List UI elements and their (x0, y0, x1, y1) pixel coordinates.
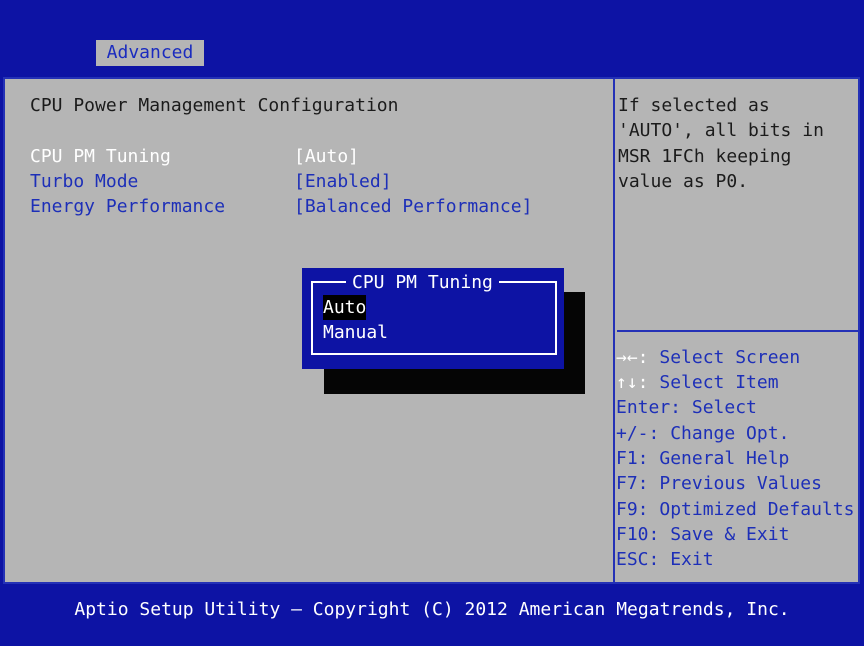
key-help-item: +/-: Change Opt. (616, 423, 790, 444)
setting-energy-performance-value[interactable]: [Balanced Performance] (294, 194, 532, 219)
section-title: CPU Power Management Configuration (30, 95, 399, 116)
popup-option-manual[interactable]: Manual (323, 320, 388, 345)
setting-energy-performance-label[interactable]: Energy Performance (30, 194, 225, 219)
key-help-item: F7: Previous Values (616, 473, 822, 494)
key-help-item: →←: Select Screen (616, 347, 801, 368)
arrows-left-right-icon: →←: (616, 347, 649, 368)
top-menu-bar: Advanced (0, 0, 864, 66)
help-divider-horizontal (617, 330, 860, 332)
key-help-item: F9: Optimized Defaults (616, 499, 855, 520)
option-popup: CPU PM Tuning Auto Manual (302, 268, 564, 369)
setting-cpu-pm-tuning-label[interactable]: CPU PM Tuning (30, 144, 171, 169)
help-description-line: 'AUTO', all bits in (618, 120, 824, 141)
key-help-item: ↑↓: Select Item (616, 372, 779, 393)
help-description-line: MSR 1FCh keeping (618, 146, 792, 167)
panel-divider-vertical (613, 79, 615, 582)
footer-copyright: Aptio Setup Utility – Copyright (C) 2012… (74, 599, 790, 620)
setting-turbo-mode-value[interactable]: [Enabled] (294, 169, 392, 194)
setting-cpu-pm-tuning-value[interactable]: [Auto] (294, 144, 359, 169)
popup-option-auto[interactable]: Auto (323, 295, 367, 320)
tab-advanced[interactable]: Advanced (96, 40, 204, 66)
key-help-item: Enter: Select (616, 397, 757, 418)
setting-turbo-mode-label[interactable]: Turbo Mode (30, 169, 138, 194)
help-description-line: If selected as (618, 95, 770, 116)
key-help-item: F10: Save & Exit (616, 524, 790, 545)
popup-title: CPU PM Tuning (346, 271, 499, 295)
key-help-item: F1: General Help (616, 448, 790, 469)
key-help-item: ESC: Exit (616, 549, 714, 570)
arrows-up-down-icon: ↑↓: (616, 372, 649, 393)
help-description-line: value as P0. (618, 171, 749, 192)
